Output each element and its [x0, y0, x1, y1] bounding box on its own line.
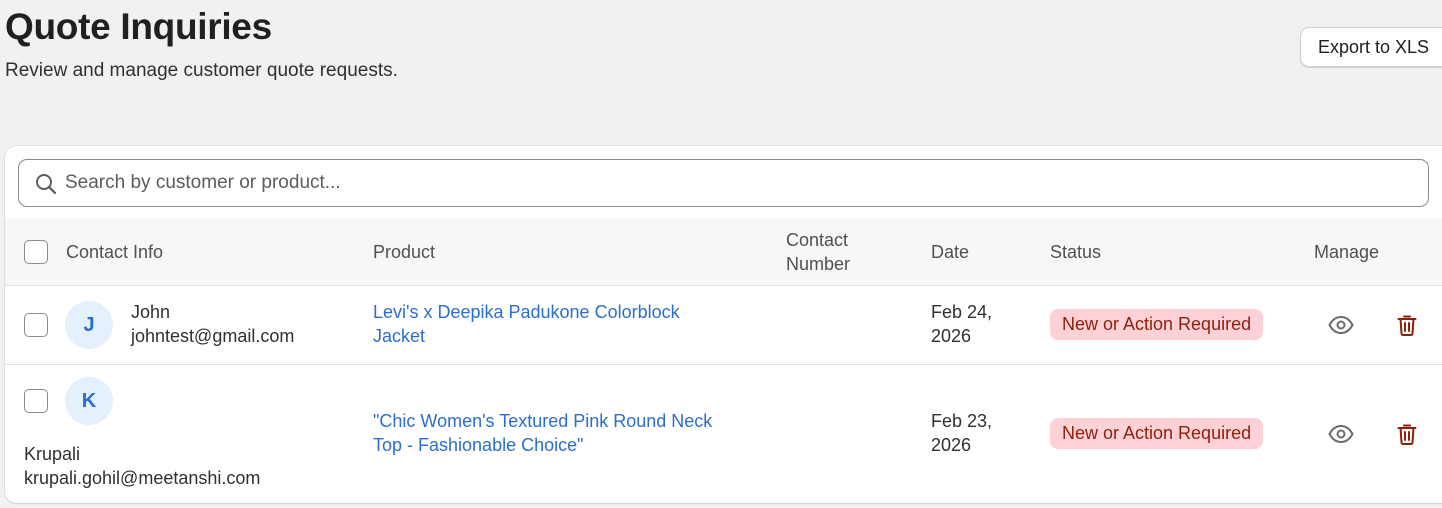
select-all-checkbox[interactable]	[24, 240, 48, 264]
date-line2: 2026	[931, 326, 972, 346]
status-badge: New or Action Required	[1050, 418, 1264, 449]
column-header-date: Date	[931, 242, 970, 262]
search-input[interactable]	[65, 161, 1405, 205]
inquiries-card: Contact Info Product Contact Number Date…	[5, 146, 1442, 503]
row-checkbox[interactable]	[24, 389, 48, 413]
status-badge: New or Action Required	[1050, 309, 1264, 340]
date-line1: Feb 23,	[931, 411, 993, 431]
export-xls-button[interactable]: Export to XLS	[1300, 27, 1442, 67]
page-title: Quote Inquiries	[5, 6, 272, 47]
column-header-product: Product	[373, 242, 436, 262]
delete-button[interactable]	[1392, 310, 1422, 340]
row-checkbox[interactable]	[24, 313, 48, 337]
table-header: Contact Info Product Contact Number Date…	[5, 219, 1442, 286]
product-link[interactable]: Levi's x Deepika Padukone Colorblock	[373, 300, 680, 324]
customer-name: John	[131, 302, 171, 322]
avatar: K	[65, 377, 113, 425]
trash-icon	[1397, 315, 1417, 336]
date-line1: Feb 24,	[931, 302, 993, 322]
delete-button[interactable]	[1392, 419, 1422, 449]
search-icon	[36, 174, 57, 195]
table-row[interactable]: K Krupali krupali.gohil@meetanshi.com "C…	[5, 365, 1442, 503]
customer-email: johntest@gmail.com	[131, 326, 295, 346]
eye-icon	[1328, 316, 1354, 334]
table-row[interactable]: J John johntest@gmail.com Levi's x Deepi…	[5, 286, 1442, 365]
date-line2: 2026	[931, 435, 972, 455]
customer-name: Krupali	[24, 444, 81, 464]
trash-icon	[1397, 424, 1417, 445]
quote-inquiries-page: Quote Inquiries Review and manage custom…	[0, 0, 1442, 508]
view-button[interactable]	[1326, 419, 1356, 449]
product-link-line2[interactable]: Jacket	[373, 324, 425, 348]
avatar: J	[65, 301, 113, 349]
column-header-status: Status	[1050, 242, 1102, 262]
product-link-line2[interactable]: Top - Fashionable Choice"	[373, 433, 584, 457]
column-header-contact-number-line1: Contact	[786, 230, 849, 250]
page-subtitle: Review and manage customer quote request…	[5, 60, 398, 81]
eye-icon	[1328, 425, 1354, 443]
product-link[interactable]: "Chic Women's Textured Pink Round Neck	[373, 409, 712, 433]
column-header-contact-info: Contact Info	[66, 242, 164, 262]
view-button[interactable]	[1326, 310, 1356, 340]
customer-email: krupali.gohil@meetanshi.com	[24, 468, 261, 488]
column-header-manage: Manage	[1314, 242, 1380, 262]
search-field[interactable]	[18, 159, 1429, 207]
column-header-contact-number-line2: Number	[786, 254, 851, 274]
